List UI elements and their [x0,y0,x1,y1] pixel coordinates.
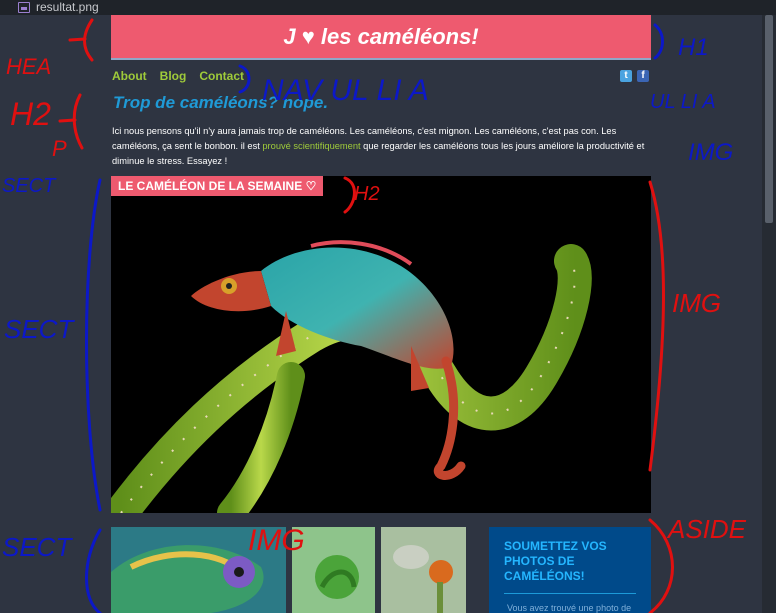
aside-title-text: SOUMETTEZ VOS PHOTOS DE CAMÉLÉONS! [504,539,607,583]
page-subtitle: Trop de caméléons? nope. [113,93,329,112]
facebook-icon[interactable]: f [637,70,649,82]
submit-photos-aside: SOUMETTEZ VOS PHOTOS DE CAMÉLÉONS! Vous … [489,527,651,613]
thumbnail-2-illustration [292,527,375,613]
nav-blog-link[interactable]: Blog [160,69,187,83]
hero-badge: LE CAMÉLÉON DE LA SEMAINE ♡ [111,176,324,196]
site-header: J ♥ les caméléons! [111,15,651,60]
tab-title[interactable]: resultat.png [36,0,99,14]
image-file-icon [18,2,30,13]
aside-divider [504,593,636,594]
annotation-header: HEA [6,54,51,79]
annotation-right-labels: UL LI A [650,91,716,113]
annotation-h1: H1 [678,34,709,61]
aside-title: SOUMETTEZ VOS PHOTOS DE CAMÉLÉONS! [504,539,651,584]
social-links: t f [620,70,649,82]
thumbnail-1-illustration [111,527,286,613]
annotation-img: IMG [688,139,733,166]
site-title: J ♥ les caméléons! [283,23,479,49]
nav-contact-link[interactable]: Contact [199,69,244,83]
twitter-icon[interactable]: t [620,70,632,82]
scientific-link[interactable]: prouvé scientifiquement [262,141,360,151]
annotation-aside: ASIDE [666,514,747,544]
thumbnail-3-illustration [381,527,466,613]
chameleon-of-week-image: LE CAMÉLÉON DE LA SEMAINE ♡ [111,176,651,513]
thumbnail-1[interactable] [111,527,286,613]
annotation-img-hero: IMG [672,288,721,318]
main-nav: About Blog Contact [112,69,244,83]
annotation-sect-bottom: SECT [2,532,73,562]
scrollbar-thumb[interactable] [765,15,773,223]
thumbnail-2[interactable] [292,527,375,613]
annotation-sect-1: SECT [2,175,57,197]
intro-paragraph: Ici nous pensons qu'il n'y aura jamais t… [112,124,652,169]
nav-about-link[interactable]: About [112,69,147,83]
chameleon-illustration [111,240,592,513]
annotation-p: P [52,136,67,161]
thumbnail-3[interactable] [381,527,466,613]
annotation-sect-hero: SECT [4,314,75,344]
aside-text: Vous avez trouvé une photo de [507,603,632,613]
editor-tab-bar: resultat.png [0,0,776,15]
annotation-h2: H2 [10,96,51,132]
